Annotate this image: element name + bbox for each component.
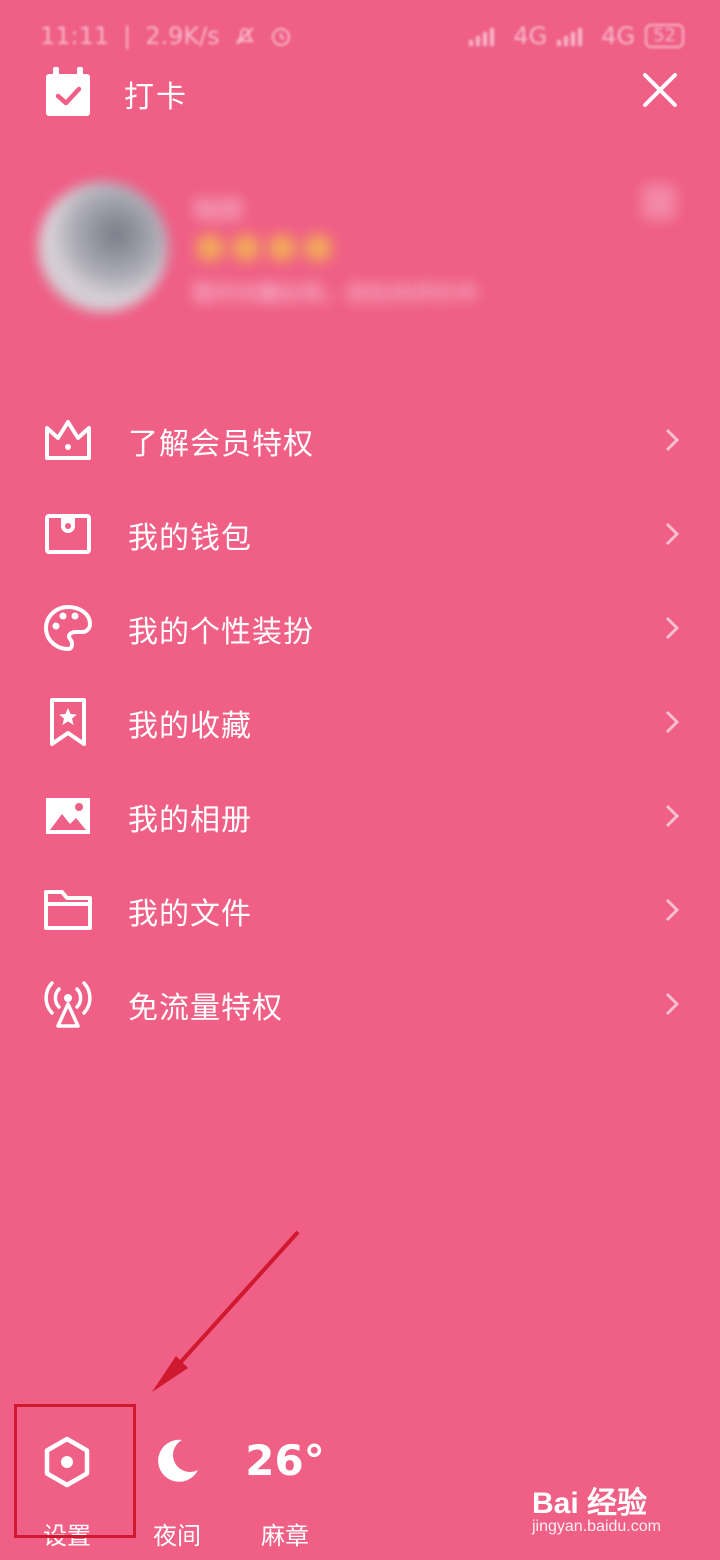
menu-item-free-data[interactable]: 免流量特权 [0, 958, 720, 1052]
username: 匈奴 [192, 196, 245, 226]
menu-label: 我的文件 [128, 897, 252, 932]
folder-icon [44, 890, 92, 930]
signal-icon [469, 28, 495, 46]
moon-icon [158, 1439, 198, 1482]
chevron-right-icon [665, 710, 680, 734]
network-speed: 2.9K/s [145, 22, 220, 50]
chevron-right-icon [665, 616, 680, 640]
wallet-icon [45, 514, 91, 554]
watermark-sub: jingyan.baidu.com [532, 1518, 661, 1535]
network-type-1: 4G [513, 22, 548, 50]
star-icon [196, 234, 224, 262]
night-mode-label: 夜间 [153, 1522, 201, 1550]
chevron-right-icon [665, 898, 680, 922]
menu-label: 我的钱包 [128, 521, 252, 556]
checkin-label[interactable]: 打卡 [124, 72, 188, 116]
notification-off-icon [235, 27, 254, 45]
alarm-icon [271, 28, 290, 46]
signal-icon-2 [557, 28, 583, 46]
menu-label: 免流量特权 [128, 991, 283, 1026]
chevron-right-icon [665, 522, 680, 546]
menu-item-favorites[interactable]: 我的收藏 [0, 676, 720, 770]
night-mode-button[interactable]: 夜间 [132, 1430, 222, 1550]
menu-item-theme[interactable]: 我的个性装扮 [0, 582, 720, 676]
menu-item-vip[interactable]: 了解会员特权 [0, 394, 720, 488]
annotation-highlight-box [14, 1404, 136, 1538]
chevron-right-icon [665, 428, 680, 452]
calendar-check-icon[interactable] [44, 66, 92, 118]
chevron-right-icon [665, 804, 680, 828]
palette-icon [44, 604, 93, 652]
menu-item-wallet[interactable]: 我的钱包 [0, 488, 720, 582]
bookmark-star-icon [50, 698, 86, 746]
status-divider: | [123, 22, 132, 50]
clock: 11:11 [40, 22, 110, 50]
star-icon [304, 234, 332, 262]
menu-item-album[interactable]: 我的相册 [0, 770, 720, 864]
menu-item-files[interactable]: 我的文件 [0, 864, 720, 958]
menu-label: 我的相册 [128, 803, 252, 838]
menu-label: 了解会员特权 [128, 427, 314, 462]
level-stars [196, 234, 332, 262]
crown-icon [45, 420, 91, 460]
watermark-main: Bai 经验 [532, 1487, 648, 1520]
profile-card[interactable]: 匈奴 暂时对魔女和，但在向评价中 [0, 170, 720, 320]
star-icon [232, 234, 260, 262]
broadcast-tower-icon [44, 981, 92, 1028]
network-type-2: 4G [601, 22, 636, 50]
close-icon[interactable] [640, 70, 680, 110]
menu-label: 我的个性装扮 [128, 615, 314, 650]
drawer-menu: 了解会员特权 我的钱包 我的个性装扮 我的收藏 我的相册 我的文件 免流量特权 [0, 394, 720, 1052]
image-icon [46, 798, 90, 834]
chevron-right-icon [665, 992, 680, 1016]
battery-indicator: 52 [645, 24, 684, 48]
weather-city: 麻章 [261, 1522, 309, 1550]
avatar[interactable] [38, 182, 168, 312]
profile-signature: 暂时对魔女和，但在向评价中 [192, 282, 479, 307]
star-icon [268, 234, 296, 262]
baidu-watermark: Bai 经验 jingyan.baidu.com [532, 1478, 682, 1548]
qr-code-icon[interactable] [642, 184, 676, 220]
drawer-header: 打卡 [0, 58, 720, 128]
weather-button[interactable]: 26° 麻章 [240, 1430, 330, 1550]
temperature: 26° [245, 1436, 325, 1485]
menu-label: 我的收藏 [128, 709, 252, 744]
